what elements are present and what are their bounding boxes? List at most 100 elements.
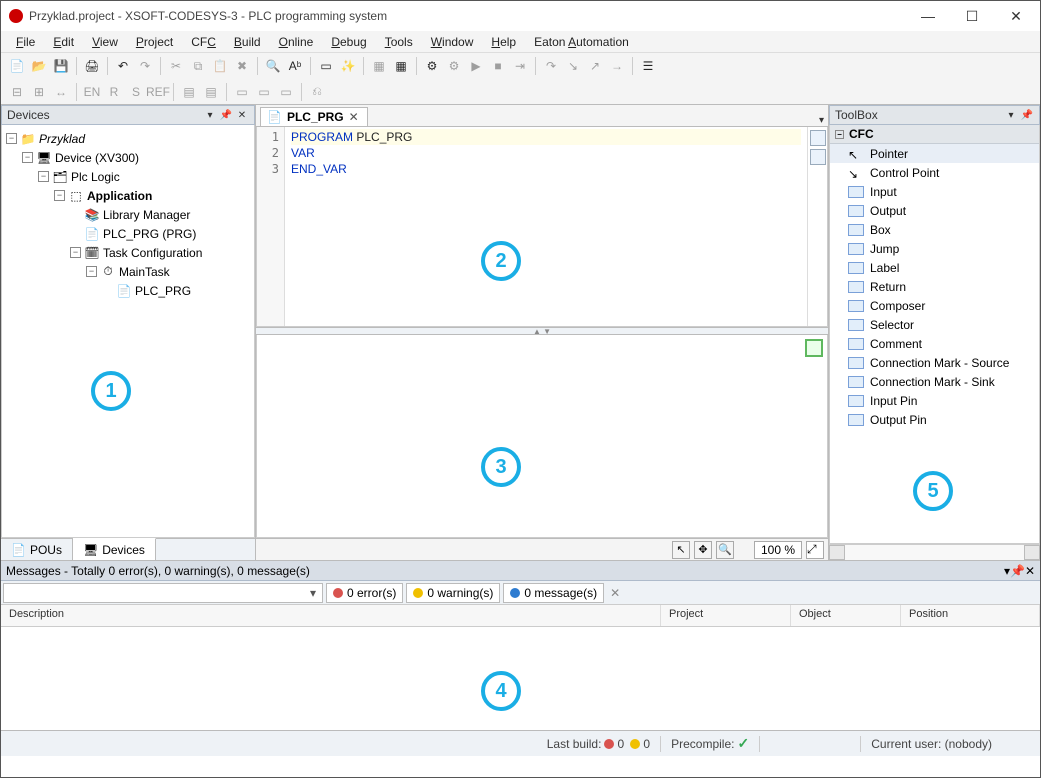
toolbox-item-box[interactable]: Box [830,220,1039,239]
panel-pin-icon[interactable]: 📌 [219,108,233,122]
tb2-b-icon[interactable]: ⊞ [29,82,49,102]
print-icon[interactable]: 🖨 [82,56,102,76]
tree-device[interactable]: − 🖥 Device (XV300) [4,148,252,167]
zoom-fit-icon[interactable]: ⤢ [806,541,824,559]
tab-close-icon[interactable]: ✕ [349,110,359,124]
tb2-e-icon[interactable]: R [104,82,124,102]
tb2-h-icon[interactable]: ▤ [179,82,199,102]
col-description[interactable]: Description [1,605,661,626]
tree-plc-logic[interactable]: − 🗂 Plc Logic [4,167,252,186]
tree-root[interactable]: − 📁 Przyklad [4,129,252,148]
tb2-i-icon[interactable]: ▤ [201,82,221,102]
code-text[interactable]: PROGRAM PLC_PRG VAR END_VAR [285,127,807,326]
tree-main-task[interactable]: − ⏱ MainTask [4,262,252,281]
collapse-icon[interactable]: − [38,171,49,182]
menu-help[interactable]: Help [482,33,525,51]
tree-library-manager[interactable]: 📚 Library Manager [4,205,252,224]
toolbox-panel-header[interactable]: ToolBox ▾ 📌 [829,105,1040,125]
step-into-icon[interactable]: ↘ [563,56,583,76]
tb2-c-icon[interactable]: ↔ [51,82,71,102]
pan-tool-icon[interactable]: ✥ [694,541,712,559]
toolbox-item-return[interactable]: Return [830,277,1039,296]
toolbox-item-output-pin[interactable]: Output Pin [830,410,1039,429]
login-icon[interactable]: ⚙ [422,56,442,76]
devices-panel-header[interactable]: Devices ▾ 📌 ✕ [1,105,255,125]
menu-file[interactable]: File [7,33,44,51]
menu-tools[interactable]: Tools [376,33,422,51]
zoom-tool-icon[interactable]: 🔍 [716,541,734,559]
messages-body[interactable] [1,627,1040,730]
toolbox-hscroll[interactable] [829,544,1040,560]
start-icon[interactable]: ▶ [466,56,486,76]
col-position[interactable]: Position [901,605,1040,626]
toolbox-item-input[interactable]: Input [830,182,1039,201]
toolbox-item-comment[interactable]: Comment [830,334,1039,353]
warning-chip[interactable]: 0 warning(s) [406,583,500,603]
menu-build[interactable]: Build [225,33,270,51]
editor-tab-plc-prg[interactable]: 📄 PLC_PRG ✕ [260,107,368,126]
tree-application[interactable]: − ⬚ Application [4,186,252,205]
find-icon[interactable]: 🔍 [263,56,283,76]
run-to-icon[interactable]: → [607,56,627,76]
collapse-icon[interactable]: − [22,152,33,163]
tb2-k-icon[interactable]: ▭ [254,82,274,102]
redo-icon[interactable]: ↷ [135,56,155,76]
step-over-icon[interactable]: ↷ [541,56,561,76]
filter-icon[interactable]: ☰ [638,56,658,76]
scroll-left-icon[interactable] [829,545,845,560]
toolbox-item-input-pin[interactable]: Input Pin [830,391,1039,410]
open-icon[interactable]: 📂 [29,56,49,76]
find-replace-icon[interactable]: Aᵇ [285,56,305,76]
step-out-icon[interactable]: ↗ [585,56,605,76]
toolbox-item-output[interactable]: Output [830,201,1039,220]
panel-pin-icon[interactable]: 📌 [1010,564,1025,578]
box-icon[interactable]: ▭ [316,56,336,76]
menu-eaton[interactable]: Eaton Automation [525,33,638,51]
toolbox-item-conn-source[interactable]: Connection Mark - Source [830,353,1039,372]
undo-icon[interactable]: ↶ [113,56,133,76]
maximize-button[interactable]: ☐ [950,2,994,30]
paste-icon[interactable]: 📋 [210,56,230,76]
menu-edit[interactable]: Edit [44,33,83,51]
tb2-f-icon[interactable]: S [126,82,146,102]
panel-dropdown-icon[interactable]: ▾ [1004,108,1018,122]
toolbox-item-selector[interactable]: Selector [830,315,1039,334]
editor-view-1-icon[interactable] [810,130,826,146]
panel-dropdown-icon[interactable]: ▾ [203,108,217,122]
tree-plc-prg[interactable]: 📄 PLC_PRG (PRG) [4,224,252,243]
message-chip[interactable]: 0 message(s) [503,583,604,603]
stop-icon[interactable]: ■ [488,56,508,76]
save-icon[interactable]: 💾 [51,56,71,76]
collapse-icon[interactable]: − [86,266,97,277]
toolbox-item-control-point[interactable]: ↘Control Point [830,163,1039,182]
tb2-g-icon[interactable]: REF [148,82,168,102]
tb2-l-icon[interactable]: ▭ [276,82,296,102]
toolbox-item-label[interactable]: Label [830,258,1039,277]
tab-pous[interactable]: 📄 POUs [1,539,73,560]
tree-task-pou[interactable]: 📄 PLC_PRG [4,281,252,300]
editor-tab-dropdown-icon[interactable]: ▾ [819,115,824,126]
messages-header[interactable]: Messages - Totally 0 error(s), 0 warning… [1,561,1040,581]
logout-icon[interactable]: ⚙ [444,56,464,76]
toolbox-item-pointer[interactable]: ↖Pointer [830,144,1039,163]
col-project[interactable]: Project [661,605,791,626]
build-icon[interactable]: ▦ [369,56,389,76]
tb2-d-icon[interactable]: EN [82,82,102,102]
step-1-icon[interactable]: ⇥ [510,56,530,76]
toolbox-item-conn-sink[interactable]: Connection Mark - Sink [830,372,1039,391]
editor-view-2-icon[interactable] [810,149,826,165]
cfc-mode-icon[interactable] [805,339,823,357]
tb2-j-icon[interactable]: ▭ [232,82,252,102]
close-button[interactable]: ✕ [994,2,1038,30]
build-all-icon[interactable]: ▦ [391,56,411,76]
tree-task-config[interactable]: − 🗓 Task Configuration [4,243,252,262]
tab-devices[interactable]: 🖥 Devices [73,538,156,560]
scroll-track[interactable] [845,545,1024,560]
new-icon[interactable]: 📄 [7,56,27,76]
menu-cfc[interactable]: CFC [182,33,225,51]
error-chip[interactable]: 0 error(s) [326,583,403,603]
devices-tree[interactable]: − 📁 Przyklad − 🖥 Device (XV300) − 🗂 Plc … [1,125,255,538]
collapse-icon[interactable]: − [835,130,844,139]
toolbox-item-jump[interactable]: Jump [830,239,1039,258]
declaration-pane[interactable]: 123 PROGRAM PLC_PRG VAR END_VAR [256,127,828,327]
